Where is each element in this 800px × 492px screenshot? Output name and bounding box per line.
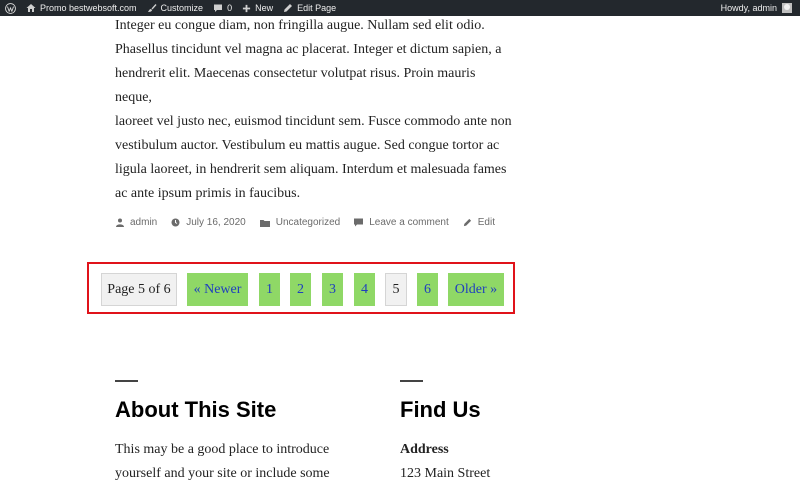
comments-count: 0 <box>227 3 233 13</box>
page-1-link[interactable]: 1 <box>259 273 280 306</box>
clock-icon <box>171 218 180 227</box>
new-label: New <box>255 3 274 13</box>
leave-comment-link[interactable]: Leave a comment <box>369 217 449 228</box>
current-page: 5 <box>385 273 407 306</box>
my-account-menu[interactable]: Howdy, admin <box>716 0 800 16</box>
brush-icon <box>147 4 157 12</box>
page-6-link[interactable]: 6 <box>417 273 438 306</box>
edit-page-label: Edit Page <box>297 3 337 13</box>
page-3-link[interactable]: 3 <box>322 273 343 306</box>
edit-link[interactable]: Edit <box>478 217 495 228</box>
site-name-label: Promo bestwebsoft.com <box>40 3 137 13</box>
paragraph-line: ligula laoreet, in hendrerit sem aliquam… <box>115 162 507 177</box>
meta-category[interactable]: Uncategorized <box>259 217 340 228</box>
meta-date[interactable]: July 16, 2020 <box>171 217 246 228</box>
page-2-link[interactable]: 2 <box>290 273 311 306</box>
meta-comment[interactable]: Leave a comment <box>354 217 449 228</box>
post-content: Integer eu congue diam, non fringilla au… <box>115 14 515 206</box>
about-line: This may be a good place to introduce <box>115 442 330 457</box>
customize-label: Customize <box>160 3 204 13</box>
plus-icon <box>242 4 251 12</box>
pencil-icon <box>284 4 293 12</box>
folder-icon <box>259 219 270 227</box>
about-divider <box>115 380 138 382</box>
meta-edit[interactable]: Edit <box>463 217 495 228</box>
paragraph-line: laoreet vel justo nec, euismod tincidunt… <box>115 114 512 129</box>
paragraph-line: Integer eu congue diam, non fringilla au… <box>115 18 485 33</box>
paragraph-line: ac ante ipsum primis in faucibus. <box>115 186 301 201</box>
about-text: This may be a good place to introduce yo… <box>115 438 355 486</box>
about-title: About This Site <box>115 397 277 422</box>
paragraph-line: Phasellus tincidunt vel magna ac placera… <box>115 42 502 57</box>
paragraph-line: vestibulum auctor. Vestibulum eu mattis … <box>115 138 500 153</box>
user-icon <box>116 218 124 227</box>
comment-icon <box>354 218 364 227</box>
entry-meta: admin July 16, 2020 Uncategorized Leave … <box>116 217 509 228</box>
author-link[interactable]: admin <box>130 217 157 228</box>
meta-author[interactable]: admin <box>116 217 157 228</box>
address-label: Address <box>400 442 449 457</box>
pencil-icon <box>463 218 471 227</box>
paragraph-line: hendrerit elit. Maecenas consectetur vol… <box>115 66 476 105</box>
category-link[interactable]: Uncategorized <box>276 217 340 228</box>
newer-page-link[interactable]: « Newer <box>187 273 248 306</box>
find-us-text: Address 123 Main Street <box>400 438 640 486</box>
page-4-link[interactable]: 4 <box>354 273 375 306</box>
address-line: 123 Main Street <box>400 466 491 481</box>
home-icon <box>26 4 36 12</box>
avatar <box>782 3 792 13</box>
comment-icon <box>214 4 223 12</box>
page-count-label: Page 5 of 6 <box>101 273 177 306</box>
find-us-divider <box>400 380 423 382</box>
older-page-link[interactable]: Older » <box>448 273 504 306</box>
about-line: yourself and your site or include some <box>115 466 330 481</box>
find-us-title: Find Us <box>400 397 481 422</box>
date-link[interactable]: July 16, 2020 <box>186 217 246 228</box>
wordpress-icon <box>5 2 16 14</box>
wordpress-menu[interactable] <box>0 0 21 16</box>
howdy-label: Howdy, admin <box>720 3 777 13</box>
